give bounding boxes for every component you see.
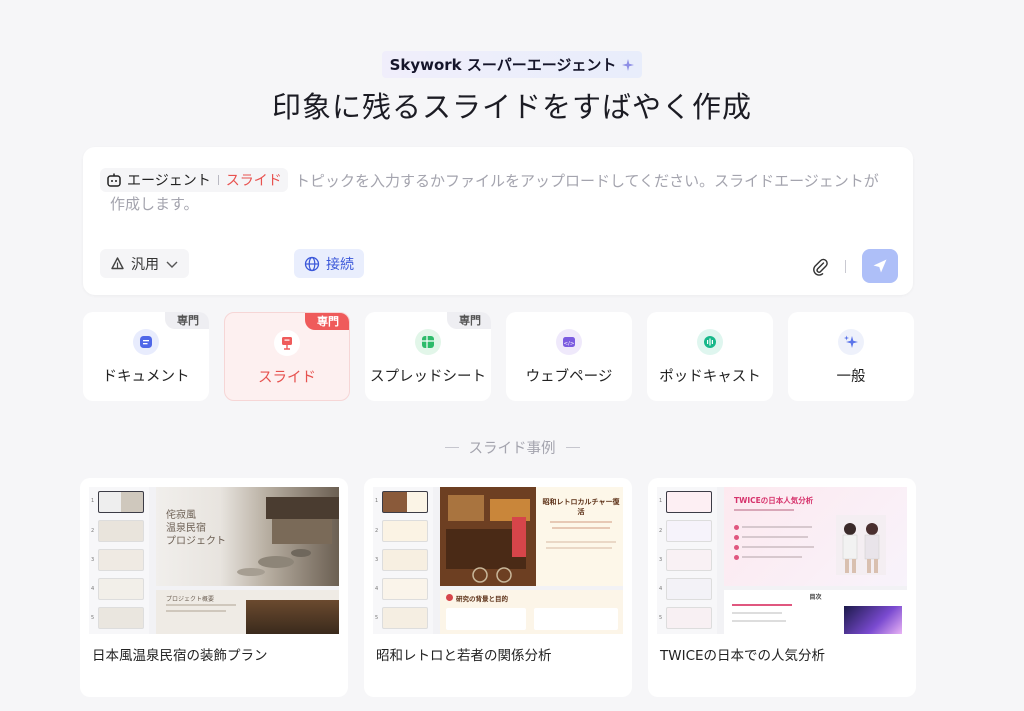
agent-chip[interactable]: エージェント スライド [100, 168, 288, 192]
slide-icon [274, 330, 300, 356]
slide-preview-lower: 目次 [724, 590, 907, 634]
slide-subheading: 研究の背景と目的 [456, 595, 508, 603]
connect-button[interactable]: 接続 [294, 249, 364, 278]
section-title-text: スライド事例 [468, 441, 556, 457]
podcast-icon [697, 329, 723, 355]
svg-text:</>: </> [563, 341, 574, 347]
slide-subheading: プロジェクト概要 [166, 596, 215, 603]
mode-card-document[interactable]: 専門 ドキュメント [83, 312, 209, 401]
example-thumbnail: 1 2 3 4 5 昭和レトロカルチャー復活 研究の背景と目的 [373, 487, 623, 634]
slide-subheading: 目次 [809, 594, 822, 601]
pro-badge: 専門 [165, 312, 209, 329]
document-icon [133, 329, 159, 355]
mode-label: スプレッドシート [370, 369, 486, 385]
attach-icon[interactable] [811, 257, 831, 277]
slide-preview: TWICEの日本人気分析 [724, 487, 907, 586]
prompt-card: トピックを入力するかファイルをアップロードしてください。スライドエージェントが作… [83, 147, 913, 295]
slide-preview-lower: プロジェクト概要 [156, 590, 339, 634]
example-card[interactable]: 1 2 3 4 5 TWICEの日本人気分析 目次 TWICEの日本での人気分析 [648, 478, 916, 697]
examples-section-title: スライド事例 [0, 437, 1024, 458]
example-caption: TWICEの日本での人気分析 [660, 648, 826, 664]
example-card[interactable]: 1 2 3 4 5 昭和レトロカルチャー復活 研究の背景と目的 昭和レトロと若者… [364, 478, 632, 697]
slide-preview: 昭和レトロカルチャー復活 [440, 487, 623, 586]
spreadsheet-icon [415, 329, 441, 355]
example-caption: 日本風温泉民宿の装飾プラン [92, 648, 268, 664]
webpage-icon: </> [556, 329, 582, 355]
send-icon [873, 259, 887, 273]
globe-icon [304, 256, 320, 271]
mode-card-general[interactable]: 一般 [788, 312, 914, 401]
title-dash [444, 447, 459, 448]
chevron-down-icon [166, 261, 178, 268]
slide-preview: 侘寂風 温泉民宿 プロジェクト [156, 487, 339, 586]
sparkle-icon [838, 329, 864, 355]
mode-select[interactable]: 汎用 [100, 249, 189, 278]
mode-label: 汎用 [131, 256, 159, 273]
page-headline: 印象に残るスライドをすばやく作成 [271, 90, 752, 124]
sparkle-icon [622, 58, 635, 71]
mode-label: 一般 [836, 369, 866, 385]
mode-label: ウェブページ [525, 369, 613, 385]
brand-header: Skywork スーパーエージェント [0, 51, 1024, 78]
slide-title: TWICEの日本人気分析 [734, 496, 814, 505]
slide-title: 昭和レトロカルチャー復活 [542, 498, 620, 516]
example-thumbnail: 1 2 3 4 5 TWICEの日本人気分析 目次 [657, 487, 907, 634]
example-thumbnail: 1 2 3 4 5 侘寂風 温泉民宿 プロジェクト プロジェクト概要 [89, 487, 339, 634]
robot-icon [107, 173, 121, 187]
send-button[interactable] [862, 249, 898, 283]
chip-separator [217, 175, 219, 185]
mode-card-webpage[interactable]: </> ウェブページ [506, 312, 632, 401]
mode-label: スライド [258, 370, 316, 386]
slide-title: 侘寂風 温泉民宿 プロジェクト [166, 510, 226, 547]
pro-badge: 専門 [305, 313, 349, 330]
pro-badge: 専門 [447, 312, 491, 329]
slide-preview-lower: 研究の背景と目的 [440, 590, 623, 634]
triangle-mode-icon [111, 257, 124, 270]
mode-label: ドキュメント [102, 369, 190, 385]
example-card[interactable]: 1 2 3 4 5 侘寂風 温泉民宿 プロジェクト プロジェクト概要 日本風温泉… [80, 478, 348, 697]
brand-title: Skywork スーパーエージェント [389, 56, 617, 74]
mode-card-slide[interactable]: 専門 スライド [224, 312, 350, 401]
toolbar-divider [845, 260, 846, 273]
connect-label: 接続 [326, 256, 354, 273]
slide-rail: 1 2 3 4 5 [373, 487, 433, 634]
slide-rail: 1 2 3 4 5 [89, 487, 149, 634]
example-caption: 昭和レトロと若者の関係分析 [376, 648, 552, 664]
title-dash [565, 447, 580, 448]
agent-label: エージェント [127, 173, 211, 189]
brand-pill: Skywork スーパーエージェント [381, 51, 643, 78]
agent-type-label: スライド [225, 173, 282, 189]
mode-label: ポッドキャスト [659, 369, 761, 385]
mode-card-podcast[interactable]: ポッドキャスト [647, 312, 773, 401]
slide-rail: 1 2 3 4 5 [657, 487, 717, 634]
mode-card-spreadsheet[interactable]: 専門 スプレッドシート [365, 312, 491, 401]
